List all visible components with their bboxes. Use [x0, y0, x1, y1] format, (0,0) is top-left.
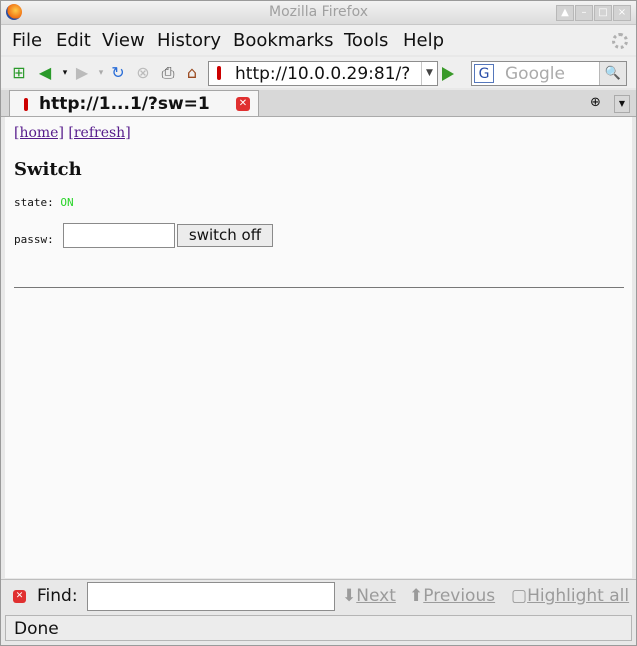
- close-findbar-icon[interactable]: ✕: [13, 590, 26, 603]
- google-g-icon[interactable]: G: [474, 64, 494, 83]
- find-previous-label: Previous: [423, 586, 496, 606]
- menu-bookmarks[interactable]: Bookmarks: [233, 30, 334, 51]
- menu-file[interactable]: File: [12, 30, 42, 51]
- back-dropdown-icon[interactable]: ▾: [56, 64, 74, 82]
- shade-icon[interactable]: ▲: [556, 5, 574, 21]
- tab-active[interactable]: http://1...1/?sw=1 ✕: [9, 90, 259, 116]
- page-heading: Switch: [14, 159, 82, 180]
- highlight-icon: ▢: [511, 586, 528, 606]
- url-text: http://10.0.0.29:81/?: [235, 64, 411, 84]
- refresh-link[interactable]: [refresh]: [68, 125, 130, 141]
- find-bar: ✕ Find: ⬇Next ⬆Previous ▢Highlight all: [1, 579, 636, 614]
- up-arrow-icon: ⬆: [409, 586, 424, 606]
- tab-list-dropdown-icon[interactable]: ▼: [614, 95, 630, 113]
- browser-window: Mozilla Firefox ▲ – □ × File Edit View H…: [0, 0, 637, 646]
- divider: [14, 287, 624, 288]
- find-next-button[interactable]: ⬇Next: [342, 586, 396, 606]
- url-history-dropdown-icon[interactable]: ▼: [421, 62, 437, 85]
- title-bar: Mozilla Firefox ▲ – □ ×: [1, 1, 636, 25]
- find-previous-button[interactable]: ⬆Previous: [409, 586, 495, 606]
- menu-history[interactable]: History: [157, 30, 221, 51]
- find-input[interactable]: [87, 582, 335, 611]
- tab-title: http://1...1/?sw=1: [39, 94, 210, 114]
- status-bar: Done: [5, 615, 632, 641]
- new-tab-icon[interactable]: ⊞: [10, 64, 28, 82]
- state-value: ON: [60, 196, 74, 209]
- find-next-label: Next: [356, 586, 396, 606]
- maximize-icon[interactable]: □: [594, 5, 612, 21]
- close-tab-icon[interactable]: ✕: [236, 97, 250, 111]
- menu-bar: File Edit View History Bookmarks Tools H…: [1, 25, 636, 55]
- search-placeholder: Google: [505, 64, 565, 84]
- search-bar[interactable]: G Google 🔍: [471, 61, 627, 86]
- reload-icon[interactable]: ↻: [109, 64, 127, 82]
- menu-tools[interactable]: Tools: [344, 30, 388, 51]
- down-arrow-icon: ⬇: [342, 586, 357, 606]
- search-magnifier-icon[interactable]: 🔍: [599, 62, 626, 85]
- window-title: Mozilla Firefox: [268, 4, 369, 20]
- close-window-icon[interactable]: ×: [613, 5, 631, 21]
- menu-help[interactable]: Help: [403, 30, 444, 51]
- url-bar[interactable]: http://10.0.0.29:81/? ▼: [208, 61, 438, 86]
- menu-edit[interactable]: Edit: [56, 30, 91, 51]
- activity-throbber-icon: [612, 33, 628, 49]
- password-input[interactable]: [63, 223, 175, 248]
- menu-view[interactable]: View: [102, 30, 145, 51]
- page-nav-links: [home] [refresh]: [14, 125, 131, 141]
- page-content: [home] [refresh] Switch state: ON passw:…: [5, 117, 632, 578]
- thermometer-favicon-icon: [217, 66, 221, 80]
- back-icon[interactable]: ◀: [36, 64, 54, 82]
- passw-label: passw:: [14, 233, 54, 246]
- state-row: state: ON: [14, 196, 74, 209]
- print-icon[interactable]: ⎙: [159, 64, 177, 82]
- go-icon[interactable]: [442, 67, 454, 81]
- tab-bar: http://1...1/?sw=1 ✕ ⊕ ▼: [1, 90, 636, 117]
- home-icon[interactable]: ⌂: [183, 64, 201, 82]
- switch-off-button[interactable]: switch off: [177, 224, 273, 247]
- new-tab-button-icon[interactable]: ⊕: [590, 95, 608, 111]
- home-link[interactable]: [home]: [14, 125, 64, 141]
- highlight-all-label: Highlight all: [527, 586, 630, 606]
- forward-dropdown-icon[interactable]: ▾: [92, 64, 110, 82]
- navigation-toolbar: ⊞ ◀ ▾ ▶ ▾ ↻ ⊗ ⎙ ⌂ http://10.0.0.29:81/? …: [1, 57, 636, 88]
- status-text: Done: [14, 619, 59, 639]
- minimize-icon[interactable]: –: [575, 5, 593, 21]
- stop-icon[interactable]: ⊗: [134, 64, 152, 82]
- highlight-all-button[interactable]: ▢Highlight all: [511, 586, 629, 606]
- tab-thermometer-favicon-icon: [24, 98, 28, 111]
- state-label: state:: [14, 196, 54, 209]
- forward-icon[interactable]: ▶: [73, 64, 91, 82]
- find-label: Find:: [37, 586, 78, 606]
